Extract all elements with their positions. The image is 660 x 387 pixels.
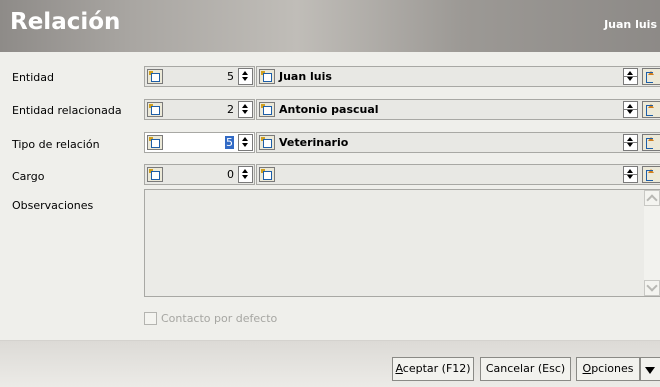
- footer-bar: Aceptar (F12) Cancelar (Esc) Opciones: [0, 340, 660, 387]
- lookup-icon[interactable]: [259, 167, 275, 182]
- entidad-code-value: 5: [227, 70, 234, 83]
- tipo-relacion-name-spinner[interactable]: [623, 134, 638, 151]
- tipo-relacion-name-field[interactable]: Veterinario: [256, 132, 660, 153]
- entidad-relacionada-code-spinner[interactable]: [238, 101, 253, 118]
- lookup-icon[interactable]: [259, 135, 275, 150]
- lookup-icon[interactable]: [147, 69, 163, 84]
- lookup-icon[interactable]: [147, 135, 163, 150]
- cancel-button[interactable]: Cancelar (Esc): [480, 357, 571, 381]
- entidad-relacionada-name-field[interactable]: Antonio pascual: [256, 99, 660, 120]
- entidad-name-spinner[interactable]: [623, 68, 638, 85]
- spin-down-icon[interactable]: [239, 109, 252, 117]
- lookup-icon[interactable]: [147, 102, 163, 117]
- window-title: Relación: [10, 9, 121, 35]
- entidad-code-spinner[interactable]: [238, 68, 253, 85]
- entidad-relacionada-code-field[interactable]: 2: [144, 99, 255, 120]
- open-record-icon[interactable]: [642, 101, 660, 118]
- cargo-code-value: 0: [227, 168, 234, 181]
- observaciones-textarea[interactable]: [144, 189, 660, 297]
- accept-label: ceptar (F12): [402, 362, 471, 375]
- cargo-name-field[interactable]: [256, 164, 660, 185]
- lookup-icon[interactable]: [259, 69, 275, 84]
- tipo-relacion-code-spinner[interactable]: [238, 134, 253, 151]
- open-record-icon[interactable]: [642, 134, 660, 151]
- scroll-up-icon[interactable]: [644, 190, 660, 206]
- options-accesskey: O: [582, 362, 592, 375]
- entidad-relacionada-code-value: 2: [227, 103, 234, 116]
- spin-down-icon[interactable]: [624, 174, 637, 182]
- spin-down-icon[interactable]: [239, 174, 252, 182]
- accept-accesskey: A: [395, 362, 403, 375]
- entidad-label: Entidad: [12, 71, 54, 84]
- spin-down-icon[interactable]: [624, 109, 637, 117]
- spin-down-icon[interactable]: [624, 142, 637, 150]
- entidad-relacionada-name-value: Antonio pascual: [279, 103, 379, 116]
- contacto-defecto-checkbox[interactable]: [144, 312, 157, 325]
- entidad-code-field[interactable]: 5: [144, 66, 255, 87]
- observaciones-label: Observaciones: [12, 199, 94, 212]
- cargo-name-spinner[interactable]: [623, 166, 638, 183]
- cargo-label: Cargo: [12, 170, 45, 183]
- header-bar: Relación Juan luis: [0, 0, 660, 52]
- options-button[interactable]: Opciones: [576, 357, 640, 381]
- spin-down-icon[interactable]: [239, 142, 252, 150]
- options-label: pciones: [591, 362, 634, 375]
- tipo-relacion-label: Tipo de relación: [12, 138, 100, 151]
- tipo-relacion-code-value: 5: [225, 136, 234, 149]
- current-user: Juan luis: [604, 18, 657, 31]
- observaciones-scrollbar[interactable]: [644, 190, 660, 296]
- lookup-icon[interactable]: [147, 167, 163, 182]
- chevron-down-icon[interactable]: [640, 357, 660, 381]
- open-record-icon[interactable]: [642, 166, 660, 183]
- contacto-defecto-label: Contacto por defecto: [161, 312, 278, 325]
- open-record-icon[interactable]: [642, 68, 660, 85]
- cargo-code-field[interactable]: 0: [144, 164, 255, 185]
- lookup-icon[interactable]: [259, 102, 275, 117]
- scroll-down-icon[interactable]: [644, 280, 660, 296]
- spin-down-icon[interactable]: [239, 76, 252, 84]
- entidad-relacionada-name-spinner[interactable]: [623, 101, 638, 118]
- entidad-relacionada-label: Entidad relacionada: [12, 104, 122, 117]
- tipo-relacion-code-field[interactable]: 5: [144, 132, 255, 153]
- entidad-name-field[interactable]: Juan luis: [256, 66, 660, 87]
- spin-down-icon[interactable]: [624, 76, 637, 84]
- cargo-code-spinner[interactable]: [238, 166, 253, 183]
- accept-button[interactable]: Aceptar (F12): [392, 357, 474, 381]
- tipo-relacion-name-value: Veterinario: [279, 136, 349, 149]
- entidad-name-value: Juan luis: [279, 70, 332, 83]
